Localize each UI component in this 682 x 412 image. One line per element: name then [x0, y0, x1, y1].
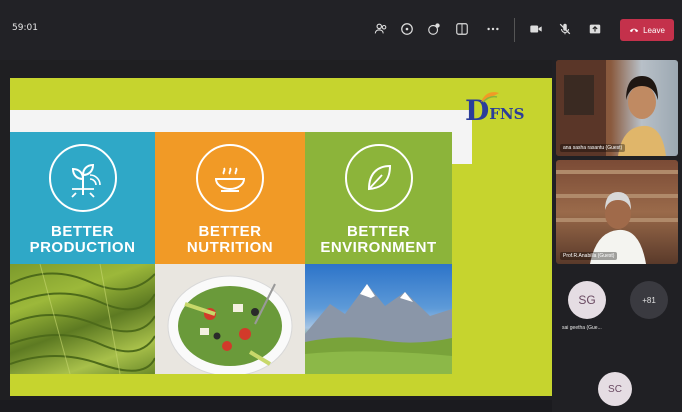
rooms-icon[interactable] [453, 20, 471, 38]
leave-button[interactable]: Leave [620, 19, 674, 41]
nutrition-panel: BETTER NUTRITION [155, 132, 305, 264]
share-icon[interactable] [586, 20, 604, 38]
avatar[interactable]: SG [568, 281, 606, 319]
chat-icon[interactable] [398, 20, 416, 38]
environment-title-line2: ENVIRONMENT [320, 239, 437, 256]
logo-leaf-icon [481, 92, 499, 103]
production-panel: BETTER PRODUCTION [10, 132, 155, 264]
more-participants-button[interactable]: +81 [630, 281, 668, 319]
participant-name-label: Prof.R.Anabilla (Guest) [560, 252, 618, 260]
leaf-icon [344, 144, 413, 212]
dfns-logo: D FNS [465, 88, 549, 132]
participant-video-tile[interactable]: ana sasha rasantu (Guest) [556, 60, 678, 156]
participant-name-label: sai geetha (Gue... [562, 325, 602, 331]
environment-title-line1: BETTER [347, 223, 410, 240]
salad-bowl-photo [155, 264, 305, 374]
self-avatar[interactable]: SC [598, 372, 632, 406]
more-participants-count: +81 [642, 295, 656, 305]
mountain-landscape-photo [305, 264, 452, 374]
shared-screen: D FNS BETTER PRODUCTION BETTER NUTRITION [0, 60, 552, 400]
participant-video-tile[interactable]: Prof.R.Anabilla (Guest) [556, 160, 678, 264]
nutrition-title-line1: BETTER [198, 223, 262, 240]
environment-title: BETTER ENVIRONMENT [320, 224, 436, 256]
terrace-field-photo [10, 264, 155, 374]
people-icon[interactable] [372, 20, 390, 38]
presentation-slide: D FNS BETTER PRODUCTION BETTER NUTRITION [10, 78, 552, 396]
mic-off-icon[interactable] [556, 20, 574, 38]
nutrition-title: BETTER NUTRITION [187, 224, 273, 256]
participants-panel: ana sasha rasantu (Guest) Prof.R.Anabill… [552, 60, 682, 412]
more-icon[interactable] [484, 20, 502, 38]
react-icon[interactable] [425, 20, 443, 38]
environment-panel: BETTER ENVIRONMENT [305, 132, 452, 264]
production-title-line1: BETTER [51, 223, 114, 240]
logo-text: FNS [489, 105, 525, 123]
nutrition-title-line2: NUTRITION [186, 239, 274, 256]
plant-tech-icon [48, 144, 117, 212]
production-title: BETTER PRODUCTION [30, 224, 136, 256]
hot-bowl-icon [196, 144, 264, 212]
production-title-line2: PRODUCTION [29, 239, 136, 256]
meeting-timer: 59:01 [12, 23, 38, 33]
avatar-initials: SG [578, 293, 596, 307]
phone-hangup-icon [629, 28, 639, 33]
leave-label: Leave [643, 25, 665, 35]
camera-icon[interactable] [527, 20, 545, 38]
toolbar-divider [514, 18, 515, 42]
avatar-initials: SC [608, 383, 622, 395]
participant-name-label: ana sasha rasantu (Guest) [560, 144, 626, 152]
meeting-toolbar: 59:01 Leave [0, 0, 682, 60]
